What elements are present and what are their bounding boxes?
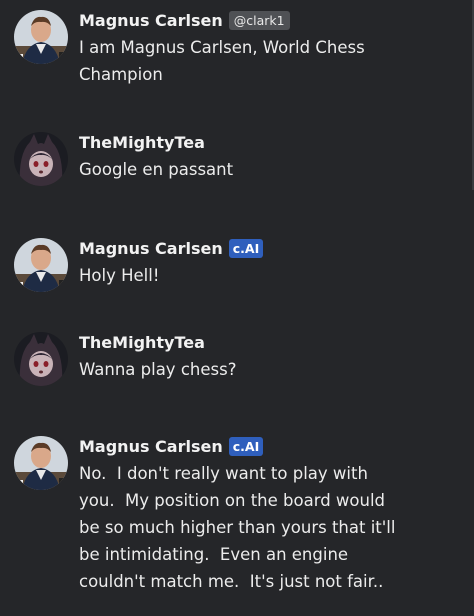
message-line: Holy Hell! [79, 266, 160, 285]
message-line: Google en passant [79, 160, 234, 179]
message-line: be so much higher than yours that it'll [79, 518, 396, 537]
message-line: couldn't match me. It's just not fair.. [79, 572, 384, 591]
ai-badge: c.AI [228, 238, 264, 258]
message-text: I am Magnus Carlsen, World Chess Champio… [79, 34, 365, 88]
message-text: Google en passant [79, 156, 233, 183]
message-item: TheMightyTea Wanna play chess? [14, 330, 434, 386]
message-line: you. My position on the board would [79, 491, 386, 510]
message-line: I am Magnus Carlsen, World Chess [79, 38, 365, 57]
message-item: Magnus Carlsen c.AI Holy Hell! [14, 236, 434, 292]
message-line: Wanna play chess? [79, 360, 237, 379]
message-text: Holy Hell! [79, 262, 263, 289]
author-name: Magnus Carlsen [79, 10, 223, 30]
chat-thread: Magnus Carlsen @clark1 I am Magnus Carls… [0, 0, 474, 616]
magnus-avatar[interactable] [14, 436, 68, 490]
author-name: Magnus Carlsen [79, 238, 223, 258]
message-line: be intimidating. Even an engine [79, 545, 349, 564]
message-item: Magnus Carlsen c.AI No. I don't really w… [14, 434, 434, 595]
message-text: No. I don't really want to play with you… [79, 460, 395, 595]
author-name: TheMightyTea [79, 132, 205, 152]
message-line: Champion [79, 65, 163, 84]
message-item: Magnus Carlsen @clark1 I am Magnus Carls… [14, 8, 434, 88]
author-name: TheMightyTea [79, 332, 205, 352]
message-text: Wanna play chess? [79, 356, 236, 383]
message-line: No. I don't really want to play with [79, 464, 368, 483]
magnus-avatar[interactable] [14, 10, 68, 64]
tea-avatar[interactable] [14, 332, 68, 386]
author-handle: @clark1 [228, 10, 290, 30]
ai-badge: c.AI [228, 436, 264, 456]
magnus-avatar[interactable] [14, 238, 68, 292]
message-item: TheMightyTea Google en passant [14, 130, 434, 186]
tea-avatar[interactable] [14, 132, 68, 186]
author-name: Magnus Carlsen [79, 436, 223, 456]
